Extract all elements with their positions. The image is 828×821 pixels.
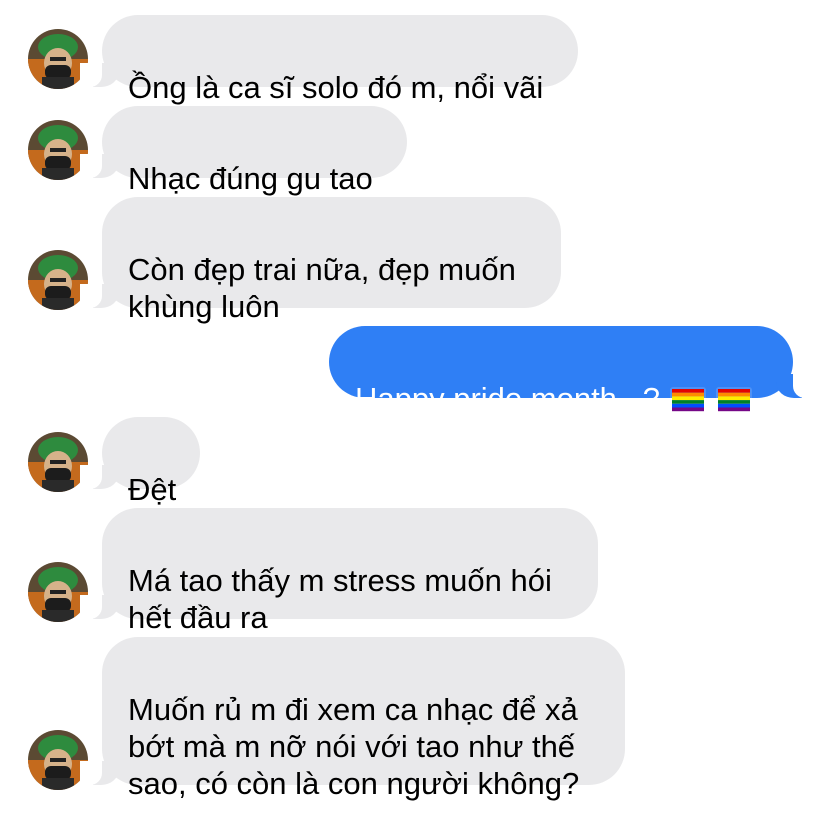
message-bubble-incoming[interactable]: Má tao thấy m stress muốn hói hết đầu ra — [80, 508, 598, 635]
message-text: Happy pride month...? — [355, 381, 661, 416]
message-bubble-outgoing[interactable]: Happy pride month...? — [329, 326, 815, 416]
message-text: Nhạc đúng gu tao — [128, 161, 373, 196]
contact-avatar-icon[interactable] — [28, 29, 88, 89]
message-bubble-incoming[interactable]: Còn đẹp trai nữa, đẹp muốn khùng luôn — [80, 197, 561, 324]
message-bubble-incoming[interactable]: Nhạc đúng gu tao — [80, 106, 407, 196]
message-text: Muốn rủ m đi xem ca nhạc để xả bớt mà m … — [128, 692, 580, 801]
contact-avatar-icon[interactable] — [28, 250, 88, 310]
contact-avatar-icon[interactable] — [28, 120, 88, 180]
message-text: Đệt — [128, 472, 177, 507]
message-text: Má tao thấy m stress muốn hói hết đầu ra — [128, 563, 552, 635]
contact-avatar-icon[interactable] — [28, 730, 88, 790]
message-bubble-incoming[interactable]: Đệt — [80, 417, 200, 507]
contact-avatar-icon[interactable] — [28, 562, 88, 622]
rainbow-flag-icon — [716, 384, 753, 421]
message-text: Ồng là ca sĩ solo đó m, nổi vãi — [128, 70, 544, 105]
rainbow-flag-icon — [670, 384, 707, 421]
message-text: Còn đẹp trai nữa, đẹp muốn khùng luôn — [128, 252, 516, 324]
contact-avatar-icon[interactable] — [28, 432, 88, 492]
message-bubble-incoming[interactable]: Muốn rủ m đi xem ca nhạc để xả bớt mà m … — [80, 637, 625, 801]
message-bubble-incoming[interactable]: Ồng là ca sĩ solo đó m, nổi vãi — [80, 15, 578, 105]
message-thread: Ồng là ca sĩ solo đó m, nổi vãi Nhạc đún… — [0, 0, 828, 821]
